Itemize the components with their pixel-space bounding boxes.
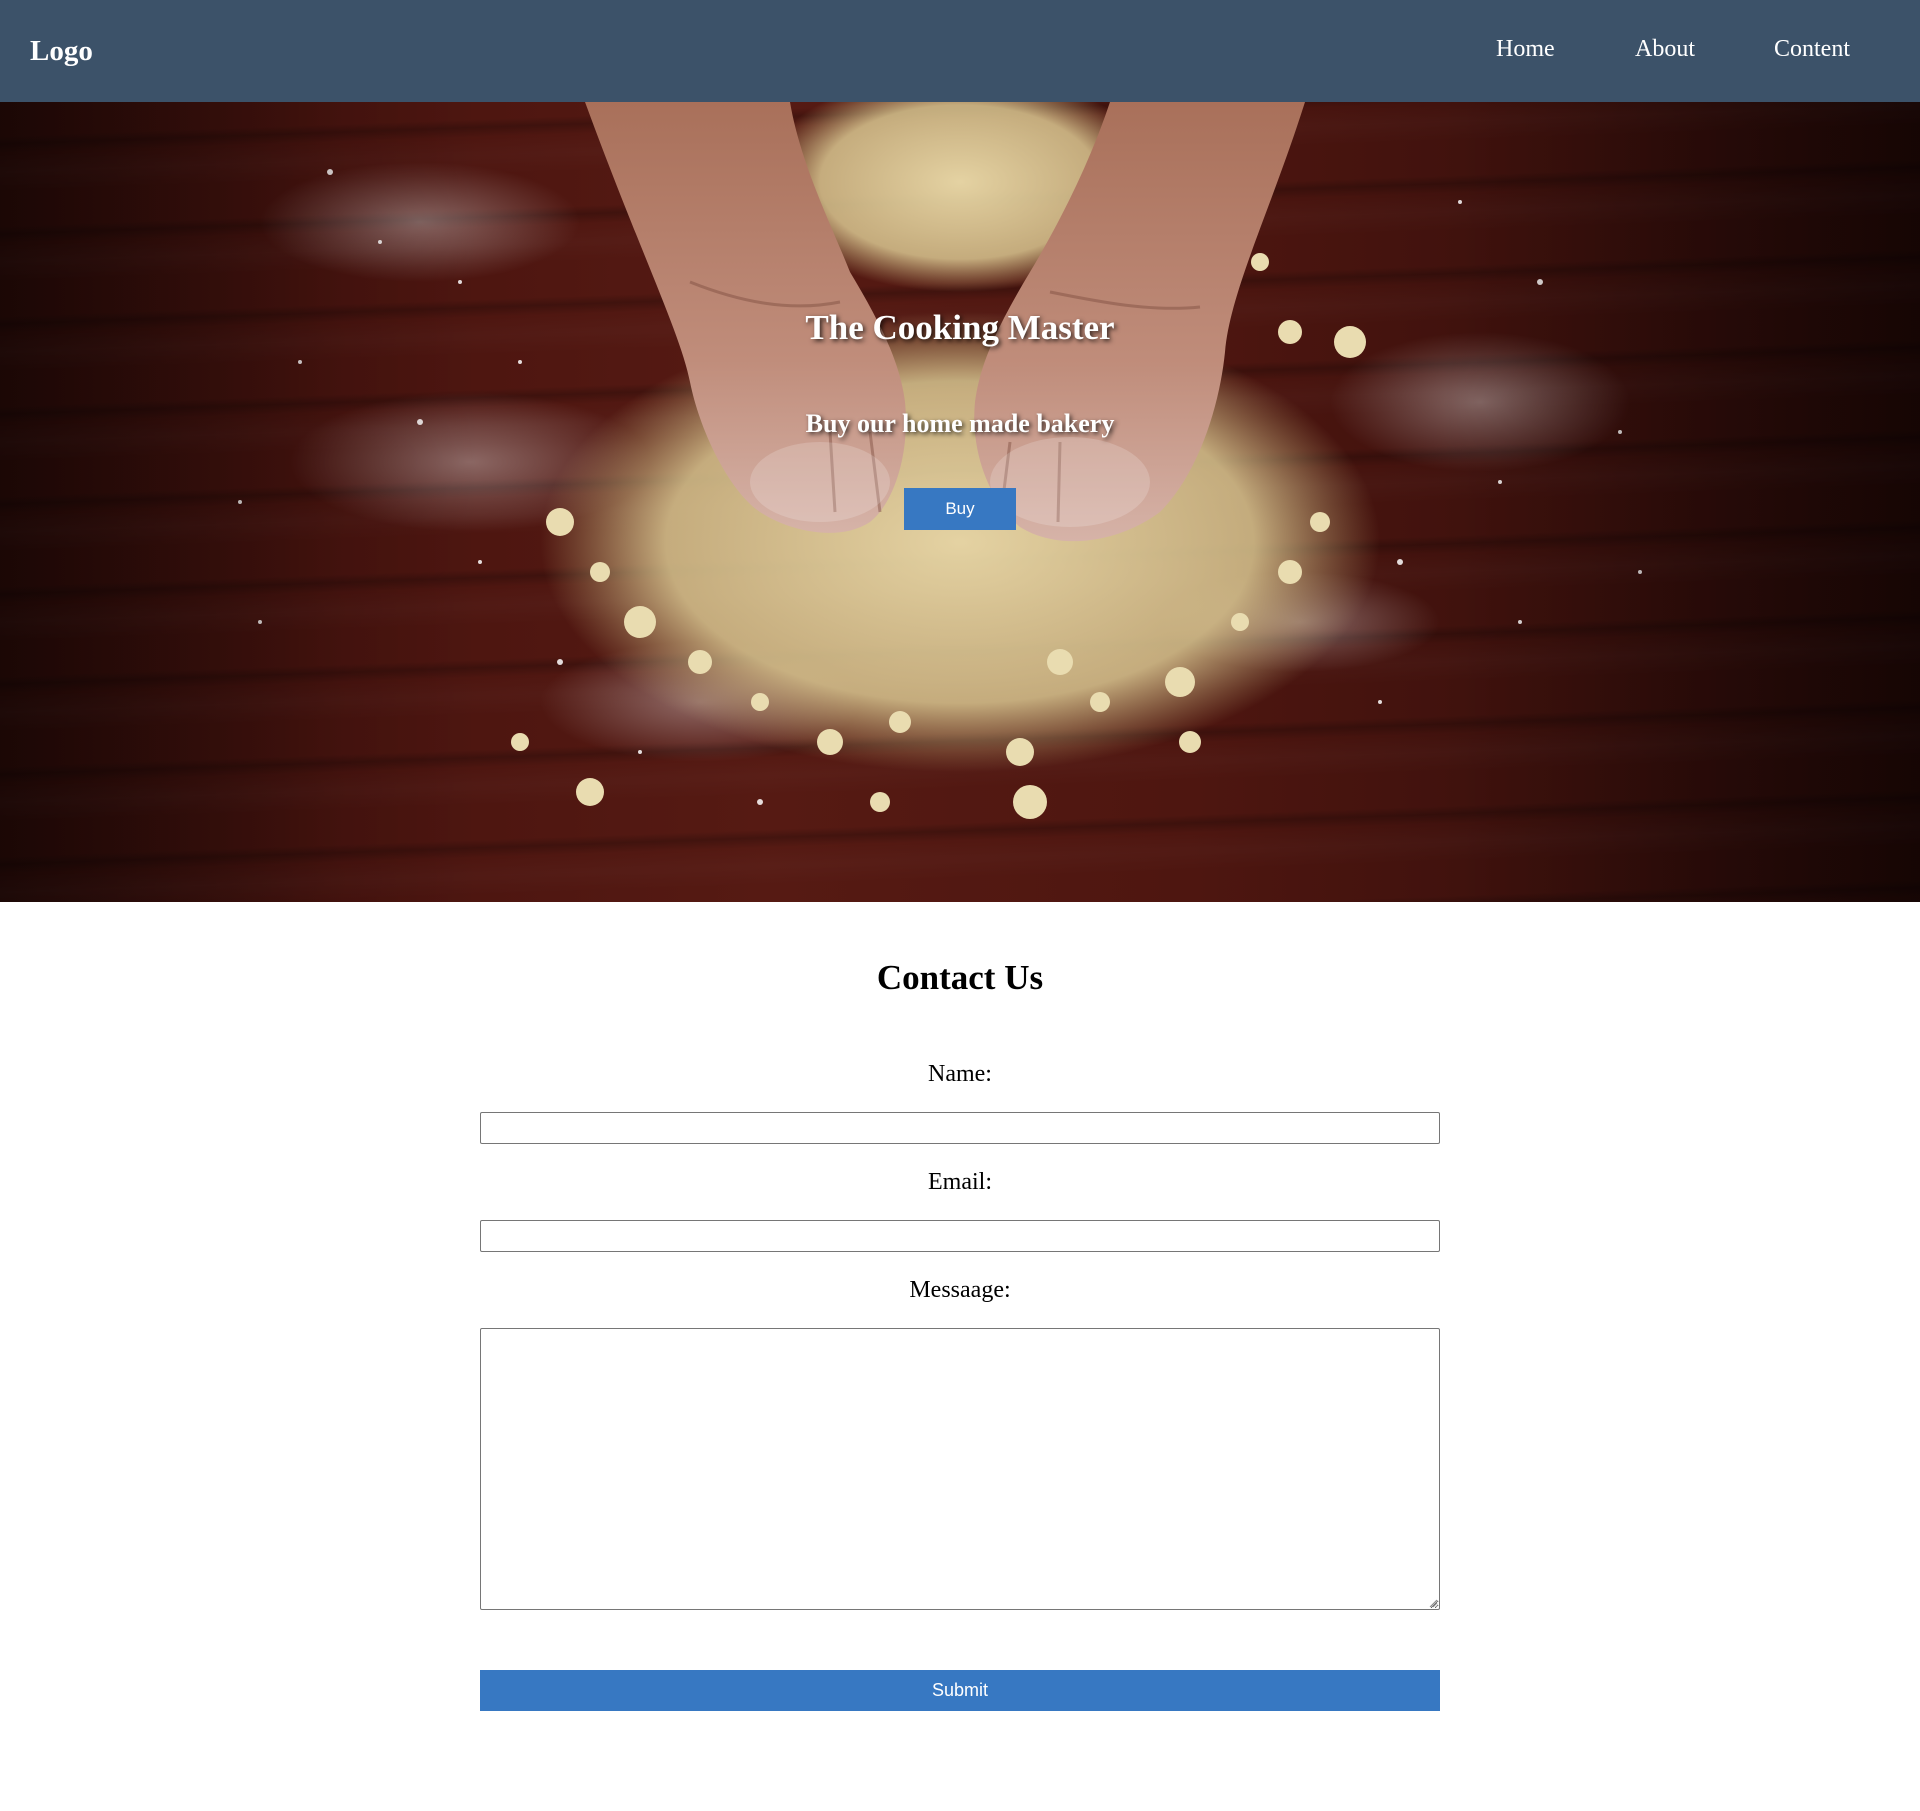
- logo[interactable]: Logo: [30, 32, 93, 70]
- hero-subtitle: Buy our home made bakery: [805, 409, 1115, 438]
- navbar: Logo Home About Content: [0, 0, 1920, 102]
- name-input[interactable]: [480, 1112, 1440, 1144]
- nav-link-content[interactable]: Content: [1774, 32, 1850, 66]
- name-label: Name:: [928, 1061, 992, 1087]
- submit-button[interactable]: Submit: [480, 1670, 1440, 1711]
- email-input[interactable]: [480, 1220, 1440, 1252]
- resize-grip-icon[interactable]: [1428, 1598, 1438, 1608]
- nav-link-about[interactable]: About: [1635, 32, 1695, 66]
- message-textarea[interactable]: [480, 1328, 1440, 1610]
- contact-title: Contact Us: [876, 958, 1044, 997]
- email-label: Email:: [928, 1169, 992, 1195]
- hero-title: The Cooking Master: [805, 308, 1115, 347]
- buy-button[interactable]: Buy: [904, 488, 1016, 530]
- nav-link-home[interactable]: Home: [1496, 32, 1555, 66]
- hero-section: The Cooking Master Buy our home made bak…: [0, 102, 1920, 902]
- message-label: Messaage:: [909, 1277, 1011, 1303]
